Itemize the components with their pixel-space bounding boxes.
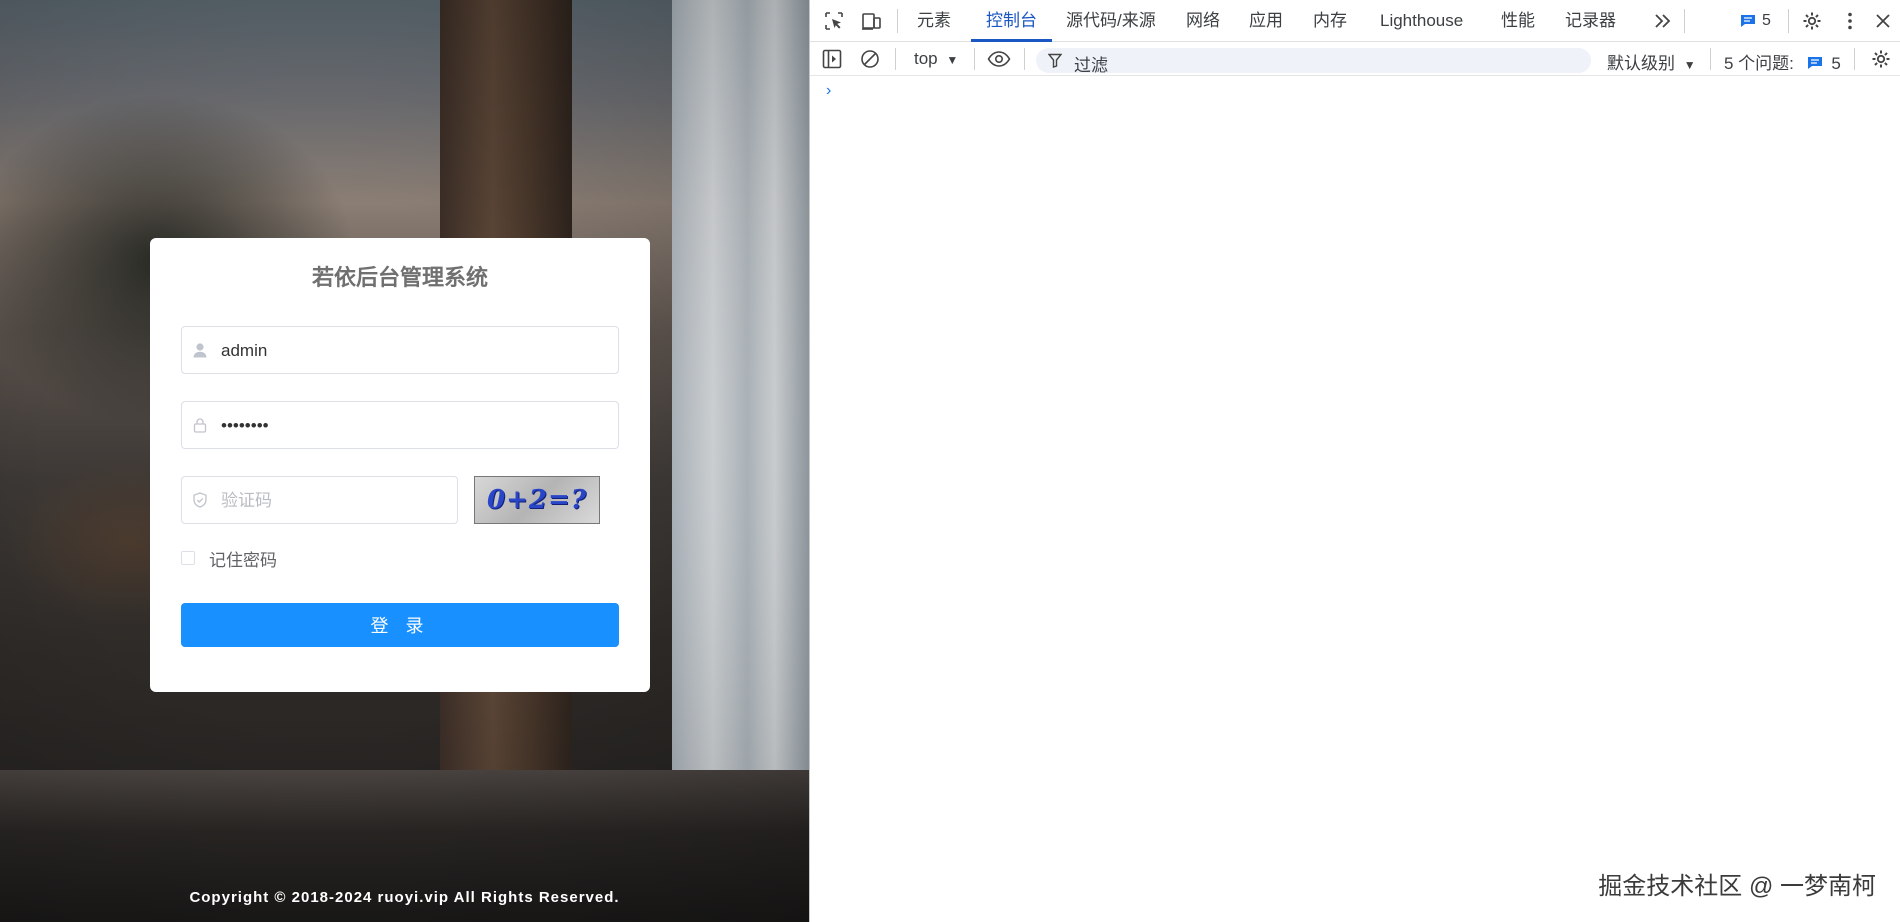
dropdown-arrow-icon: ▼ xyxy=(946,53,959,67)
toolbar-separator xyxy=(1024,48,1025,70)
tab-recorder[interactable]: 记录器 xyxy=(1550,0,1631,42)
toolbar-separator xyxy=(1854,48,1855,70)
console-filter[interactable]: 过滤 xyxy=(1036,48,1591,75)
filter-label: 过滤 xyxy=(1074,56,1108,75)
message-icon xyxy=(1741,15,1755,27)
captcha-field[interactable] xyxy=(181,476,458,525)
tab-lighthouse[interactable]: Lighthouse xyxy=(1365,0,1478,42)
password-input[interactable] xyxy=(219,402,610,450)
toolbar-separator xyxy=(1710,48,1711,70)
more-options-icon[interactable] xyxy=(1837,8,1863,34)
issues-badge[interactable]: 5 xyxy=(1740,12,1771,30)
console-settings-gear-icon[interactable] xyxy=(1868,46,1894,72)
captcha-image[interactable]: 0+2=? xyxy=(474,476,600,524)
close-icon[interactable] xyxy=(1870,8,1896,34)
tab-sources[interactable]: 源代码/来源 xyxy=(1051,0,1171,42)
username-input[interactable] xyxy=(219,327,610,375)
captcha-row: 0+2=? xyxy=(181,476,619,525)
message-icon xyxy=(1807,57,1822,69)
remember-checkbox[interactable] xyxy=(181,551,195,565)
filter-icon xyxy=(1047,53,1063,73)
shield-icon xyxy=(192,492,208,508)
username-field[interactable] xyxy=(181,326,619,375)
tab-elements[interactable]: 元素 xyxy=(902,0,966,42)
tabbar-separator xyxy=(1788,9,1789,33)
tab-application[interactable]: 应用 xyxy=(1234,0,1298,42)
tab-memory[interactable]: 内存 xyxy=(1298,0,1362,42)
devtools-panel: 元素 控制台 源代码/来源 网络 应用 内存 Lighthouse 性能 记录器… xyxy=(809,0,1900,922)
issues-label: 5 个问题: xyxy=(1724,54,1794,73)
tab-performance[interactable]: 性能 xyxy=(1486,0,1550,42)
issues-summary-count: 5 xyxy=(1831,54,1841,73)
login-title: 若依后台管理系统 xyxy=(311,265,488,290)
inspect-element-icon[interactable] xyxy=(821,8,847,34)
clear-console-icon[interactable] xyxy=(857,46,883,72)
console-toolbar: top ▼ 过滤 默认级别 ▼ 5 个问题: 5 xyxy=(810,42,1900,76)
captcha-input[interactable] xyxy=(219,477,449,525)
login-form: 若依后台管理系统 0+2=? 记住密码 xyxy=(150,238,650,692)
tab-network[interactable]: 网络 xyxy=(1171,0,1235,42)
eye-icon[interactable] xyxy=(986,46,1012,72)
lock-icon xyxy=(192,417,208,433)
devtools-tabbar: 元素 控制台 源代码/来源 网络 应用 内存 Lighthouse 性能 记录器… xyxy=(810,0,1900,42)
password-field[interactable] xyxy=(181,401,619,450)
context-label: top xyxy=(914,49,938,68)
remember-label: 记住密码 xyxy=(209,550,277,570)
tabbar-separator xyxy=(897,9,898,33)
sidebar-toggle-icon[interactable] xyxy=(819,46,845,72)
console-prompt-chevron-icon[interactable]: › xyxy=(826,82,831,100)
more-tabs-icon[interactable] xyxy=(1650,8,1676,34)
copyright-footer: Copyright © 2018-2024 ruoyi.vip All Righ… xyxy=(189,889,620,906)
device-toolbar-icon[interactable] xyxy=(858,8,884,34)
issues-summary[interactable]: 5 个问题: 5 xyxy=(1724,49,1841,74)
login-button[interactable]: 登 录 xyxy=(181,603,619,647)
toolbar-separator xyxy=(974,48,975,70)
issues-count: 5 xyxy=(1762,12,1771,29)
log-level-selector[interactable]: 默认级别 ▼ xyxy=(1607,49,1696,74)
settings-gear-icon[interactable] xyxy=(1799,8,1825,34)
watermark-text: 掘金技术社区 @ 一梦南柯 xyxy=(1598,873,1876,900)
context-selector[interactable]: top ▼ xyxy=(914,49,958,69)
remember-password[interactable]: 记住密码 xyxy=(181,548,619,570)
login-page: 若依后台管理系统 0+2=? 记住密码 xyxy=(0,0,809,922)
user-icon xyxy=(192,342,208,358)
dropdown-arrow-icon: ▼ xyxy=(1683,58,1696,72)
toolbar-separator xyxy=(895,48,896,70)
tabbar-separator xyxy=(1684,9,1685,33)
tab-console[interactable]: 控制台 xyxy=(971,0,1052,42)
log-level-label: 默认级别 xyxy=(1607,54,1675,73)
